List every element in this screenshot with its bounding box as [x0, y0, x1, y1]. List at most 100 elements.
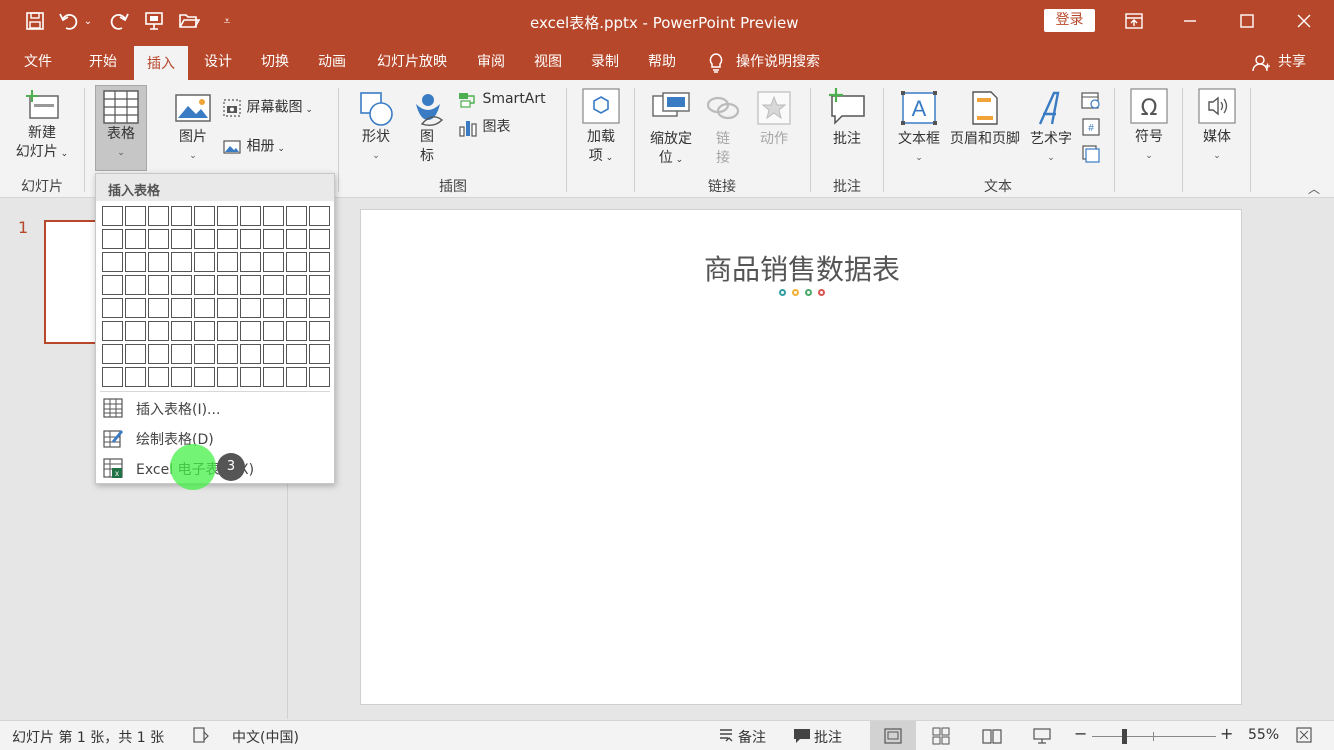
table-grid-cell[interactable]	[309, 275, 330, 295]
table-grid-cell[interactable]	[171, 321, 192, 341]
table-grid-cell[interactable]	[309, 367, 330, 387]
new-slide-button[interactable]: 新建 幻灯片 ⌄	[10, 90, 74, 170]
table-grid-cell[interactable]	[263, 367, 284, 387]
table-grid-cell[interactable]	[102, 344, 123, 364]
table-grid-cell[interactable]	[217, 344, 238, 364]
table-grid-cell[interactable]	[148, 229, 169, 249]
table-grid-cell[interactable]	[148, 206, 169, 226]
table-grid-cell[interactable]	[286, 275, 307, 295]
table-grid-cell[interactable]	[148, 344, 169, 364]
login-button[interactable]: 登录	[1044, 9, 1095, 32]
tab-slideshow[interactable]: 幻灯片放映	[366, 44, 458, 80]
table-grid-cell[interactable]	[102, 275, 123, 295]
comments-button[interactable]: 批注	[814, 727, 842, 747]
table-grid-cell[interactable]	[309, 344, 330, 364]
screenshot-button[interactable]: 屏幕截图 ⌄	[222, 98, 330, 120]
symbol-button[interactable]: Ω 符号 ⌄	[1126, 88, 1172, 174]
table-grid-cell[interactable]	[102, 252, 123, 272]
header-footer-button[interactable]: 页眉和页脚	[946, 90, 1024, 170]
table-grid-cell[interactable]	[263, 229, 284, 249]
photo-album-button[interactable]: 相册 ⌄	[222, 137, 330, 159]
table-grid-cell[interactable]	[286, 252, 307, 272]
table-grid-cell[interactable]	[171, 298, 192, 318]
slide-count-status[interactable]: 幻灯片 第 1 张，共 1 张	[12, 727, 164, 747]
table-grid-cell[interactable]	[194, 252, 215, 272]
reading-view-icon[interactable]	[982, 727, 1002, 749]
insert-table-menu-item[interactable]: 插入表格(I)...	[96, 394, 334, 422]
slide-canvas[interactable]: 商品销售数据表	[360, 209, 1242, 705]
tab-design[interactable]: 设计	[194, 44, 242, 80]
slide-sorter-view-icon[interactable]	[932, 727, 950, 749]
tab-insert[interactable]: 插入	[134, 44, 188, 80]
fit-to-window-icon[interactable]	[1296, 727, 1312, 747]
table-grid-cell[interactable]	[125, 275, 146, 295]
table-grid-cell[interactable]	[309, 229, 330, 249]
table-grid-cell[interactable]	[125, 321, 146, 341]
smartart-button[interactable]: SmartArt	[458, 90, 554, 112]
accessibility-icon[interactable]	[192, 726, 210, 748]
table-grid-cell[interactable]	[309, 298, 330, 318]
notes-button[interactable]: 备注	[738, 727, 766, 747]
link-button[interactable]: 链 接	[704, 90, 742, 176]
zoom-slider-track[interactable]	[1092, 736, 1216, 737]
table-grid-cell[interactable]	[309, 252, 330, 272]
textbox-button[interactable]: A 文本框 ⌄	[892, 90, 946, 176]
table-grid-cell[interactable]	[217, 206, 238, 226]
table-grid-cell[interactable]	[240, 252, 261, 272]
tab-file[interactable]: 文件	[14, 44, 62, 80]
table-grid-cell[interactable]	[148, 252, 169, 272]
table-grid-cell[interactable]	[240, 229, 261, 249]
table-grid-cell[interactable]	[194, 367, 215, 387]
table-grid-cell[interactable]	[240, 367, 261, 387]
table-grid-cell[interactable]	[217, 229, 238, 249]
tab-transitions[interactable]: 切换	[251, 44, 299, 80]
table-grid-cell[interactable]	[240, 206, 261, 226]
new-comment-button[interactable]: 批注	[820, 88, 874, 168]
slideshow-view-icon[interactable]	[1032, 727, 1052, 749]
media-button[interactable]: 媒体 ⌄	[1194, 88, 1240, 174]
tell-me-search[interactable]: 操作说明搜索	[736, 44, 836, 80]
minimize-icon[interactable]	[1176, 8, 1204, 34]
zoom-button[interactable]: 缩放定 位 ⌄	[644, 90, 698, 176]
tab-view[interactable]: 视图	[524, 44, 572, 80]
table-grid-cell[interactable]	[286, 321, 307, 341]
action-button[interactable]: 动作	[750, 90, 798, 176]
table-grid-cell[interactable]	[263, 321, 284, 341]
table-grid-cell[interactable]	[171, 344, 192, 364]
table-grid-cell[interactable]	[125, 252, 146, 272]
table-grid-cell[interactable]	[217, 367, 238, 387]
tab-record[interactable]: 录制	[581, 44, 629, 80]
chart-button[interactable]: 图表	[458, 118, 554, 140]
table-grid-cell[interactable]	[125, 229, 146, 249]
customize-qat-icon[interactable]: ⩡	[214, 8, 240, 34]
table-grid-cell[interactable]	[309, 206, 330, 226]
table-grid-cell[interactable]	[102, 367, 123, 387]
table-grid-cell[interactable]	[194, 321, 215, 341]
table-grid-cell[interactable]	[263, 344, 284, 364]
tab-home[interactable]: 开始	[78, 44, 128, 80]
table-grid-cell[interactable]	[240, 298, 261, 318]
table-grid-cell[interactable]	[148, 275, 169, 295]
addins-button[interactable]: 加载 项 ⌄	[578, 88, 624, 174]
table-grid-cell[interactable]	[148, 367, 169, 387]
maximize-icon[interactable]	[1233, 8, 1261, 34]
table-grid-cell[interactable]	[263, 206, 284, 226]
table-grid-cell[interactable]	[171, 275, 192, 295]
table-grid-cell[interactable]	[194, 206, 215, 226]
table-button[interactable]: 表格 ⌄	[95, 85, 147, 171]
table-grid-cell[interactable]	[125, 206, 146, 226]
table-grid-cell[interactable]	[125, 298, 146, 318]
table-grid-cell[interactable]	[102, 206, 123, 226]
wordart-button[interactable]: 艺术字 ⌄	[1026, 90, 1076, 176]
shapes-button[interactable]: 形状 ⌄	[352, 90, 400, 170]
table-grid-cell[interactable]	[286, 206, 307, 226]
date-time-button[interactable]	[1080, 90, 1102, 112]
table-grid-cell[interactable]	[102, 229, 123, 249]
save-icon[interactable]	[22, 8, 48, 34]
table-grid-cell[interactable]	[240, 344, 261, 364]
slide-number-button[interactable]: #	[1080, 117, 1102, 139]
collapse-ribbon-icon[interactable]: ︿	[1308, 180, 1320, 197]
open-folder-icon[interactable]	[176, 8, 202, 34]
table-grid-cell[interactable]	[194, 298, 215, 318]
table-grid-cell[interactable]	[217, 275, 238, 295]
